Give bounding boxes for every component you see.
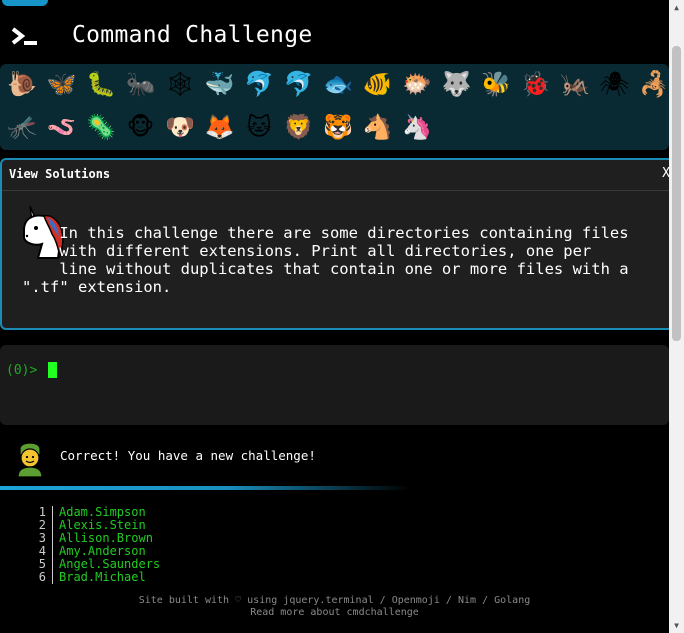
status-message: Correct! You have a new challenge! bbox=[60, 448, 316, 463]
leaderboard: 1 Adam.Simpson 2 Alexis.Stein 3 Allison.Brown… bbox=[30, 506, 160, 584]
scroll-up-icon[interactable]: ▲ bbox=[669, 0, 684, 15]
footer-line-1: Site built with ♡ using jquery.terminal … bbox=[0, 595, 669, 607]
footer-line-2: Read more about cmdchallenge bbox=[0, 607, 669, 619]
whale-icon[interactable]: 🐳 bbox=[202, 66, 238, 102]
elf-icon bbox=[17, 442, 43, 477]
blowfish-icon[interactable]: 🐡 bbox=[399, 66, 435, 102]
leaderboard-row: 6 Brad.Michael bbox=[30, 571, 160, 584]
scroll-thumb[interactable] bbox=[672, 46, 681, 341]
footer-sep: / bbox=[482, 595, 489, 606]
heart-icon: ♡ bbox=[235, 595, 242, 606]
microbe-icon[interactable]: 🦠 bbox=[83, 109, 119, 145]
terminal-prompt-icon bbox=[11, 27, 37, 45]
challenge-description: In this challenge there are some directo… bbox=[22, 224, 629, 296]
tiger-icon[interactable]: 🐯 bbox=[320, 109, 356, 145]
bee-icon[interactable]: 🐝 bbox=[478, 66, 514, 102]
footer-sep: / bbox=[445, 595, 452, 606]
scroll-down-icon[interactable]: ▼ bbox=[669, 618, 684, 633]
scorpion-icon[interactable]: 🦂 bbox=[636, 66, 669, 102]
panel-header[interactable]: View Solutions X bbox=[2, 160, 669, 191]
cricket-icon[interactable]: 🦗 bbox=[557, 66, 593, 102]
link-openmoji[interactable]: Openmoji bbox=[392, 595, 440, 606]
page: Command Challenge 🐌 🦋 🐛 🐜 🕸 🐳 🐬 🐬 🐟 🐠 🐡 🐺 🐝 🐞 🦗 🕷 🦂 🦟 🪱 🦠 🐵 🐶… bbox=[0, 0, 669, 633]
worm-icon[interactable]: 🪱 bbox=[44, 109, 80, 145]
snail-icon[interactable]: 🐌 bbox=[4, 66, 40, 102]
link-read-more[interactable]: Read more about cmdchallenge bbox=[250, 607, 419, 618]
close-icon[interactable]: X bbox=[662, 166, 669, 181]
wolf-icon[interactable]: 🐺 bbox=[439, 66, 475, 102]
terminal-prompt: (0)> bbox=[6, 363, 38, 378]
caterpillar-icon[interactable]: 🐛 bbox=[83, 66, 119, 102]
fox-icon[interactable]: 🦊 bbox=[202, 109, 238, 145]
scrollbar[interactable]: ▲ ▼ bbox=[669, 0, 684, 633]
header: Command Challenge bbox=[0, 6, 669, 58]
dolphin-gray-icon[interactable]: 🐬 bbox=[281, 66, 317, 102]
emoji-challenge-bar: 🐌 🦋 🐛 🐜 🕸 🐳 🐬 🐬 🐟 🐠 🐡 🐺 🐝 🐞 🦗 🕷 🦂 🦟 🪱 🦠 🐵 🐶 🦊 🐱 🦁 🐯 🐴 🦄 bbox=[0, 64, 669, 150]
monkey-icon[interactable]: 🐵 bbox=[123, 109, 159, 145]
ladybug-icon[interactable]: 🐞 bbox=[518, 66, 554, 102]
spider-icon[interactable]: 🕷 bbox=[597, 66, 633, 102]
link-golang[interactable]: Golang bbox=[494, 595, 530, 606]
leaderboard-rank: 6 bbox=[38, 570, 46, 584]
terminal[interactable]: (0)> bbox=[0, 345, 669, 425]
ant-icon[interactable]: 🐜 bbox=[123, 66, 159, 102]
link-jquery-terminal[interactable]: jquery.terminal bbox=[283, 595, 373, 606]
lion-icon[interactable]: 🦁 bbox=[281, 109, 317, 145]
terminal-cursor[interactable] bbox=[48, 362, 57, 378]
divider-bar bbox=[0, 486, 410, 490]
footer-built-with: Site built with bbox=[138, 595, 230, 606]
fish-icon[interactable]: 🐟 bbox=[320, 66, 356, 102]
mosquito-icon[interactable]: 🦟 bbox=[4, 109, 40, 145]
tropical-fish-icon[interactable]: 🐠 bbox=[360, 66, 396, 102]
view-solutions-title[interactable]: View Solutions bbox=[9, 167, 110, 181]
dog-icon[interactable]: 🐶 bbox=[162, 109, 198, 145]
spider-web-icon[interactable]: 🕸 bbox=[162, 66, 198, 102]
leaderboard-name: Brad.Michael bbox=[52, 571, 146, 584]
page-title: Command Challenge bbox=[72, 22, 313, 48]
link-nim[interactable]: Nim bbox=[458, 595, 476, 606]
footer: Site built with ♡ using jquery.terminal … bbox=[0, 595, 669, 619]
dolphin-icon[interactable]: 🐬 bbox=[241, 66, 277, 102]
footer-using: using bbox=[247, 595, 278, 606]
horse-icon[interactable]: 🐴 bbox=[360, 109, 396, 145]
unicorn-icon[interactable]: 🦄 bbox=[399, 109, 435, 145]
butterfly-icon[interactable]: 🦋 bbox=[44, 66, 80, 102]
cat-icon[interactable]: 🐱 bbox=[241, 109, 277, 145]
solutions-panel: View Solutions X In this challenge there… bbox=[0, 158, 669, 330]
footer-sep: / bbox=[379, 595, 386, 606]
